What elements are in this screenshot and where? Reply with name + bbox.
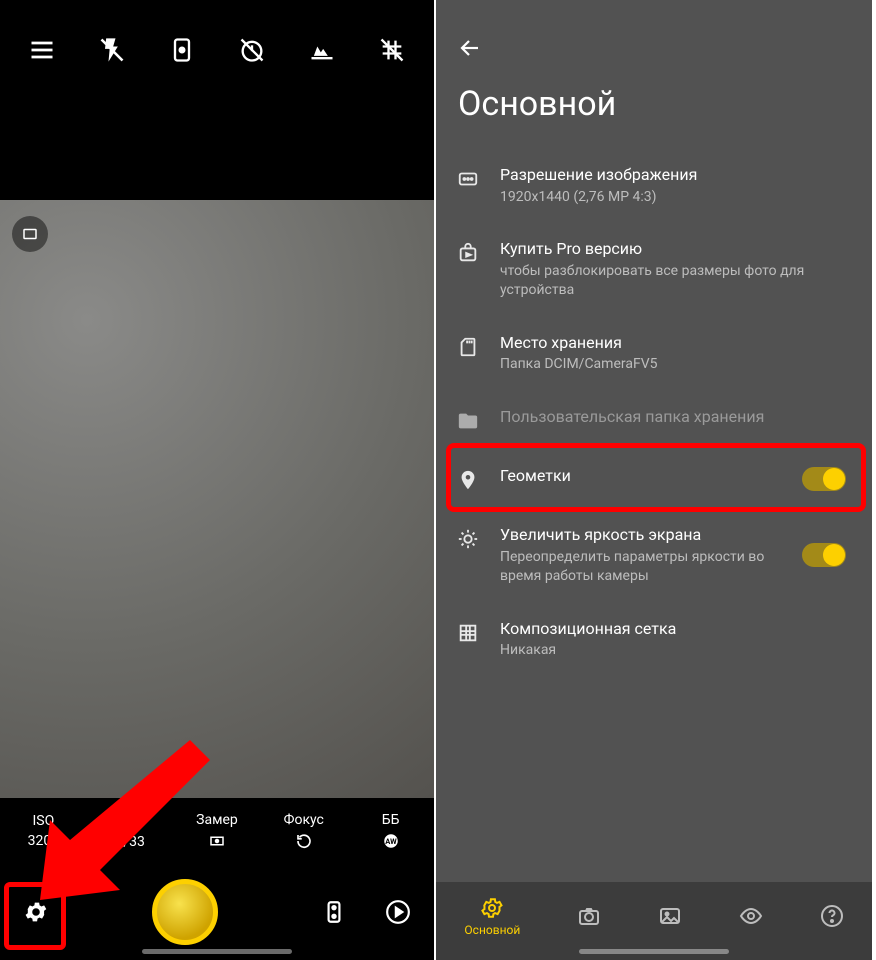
settings-icon[interactable] [18, 894, 54, 930]
row-subtitle: чтобы разблокировать все размеры фото дл… [500, 262, 846, 300]
row-custom-folder: Пользовательская папка хранения [456, 390, 852, 449]
sd-card-icon [456, 335, 480, 359]
shutter-button[interactable] [152, 879, 218, 945]
svg-text:AW: AW [385, 837, 397, 846]
location-icon [456, 468, 480, 492]
settings-title: Основной [436, 72, 872, 148]
row-title: Геометки [500, 465, 782, 487]
tab-help[interactable] [820, 904, 844, 928]
gesture-bar [579, 949, 729, 954]
row-title: Композиционная сетка [500, 618, 846, 640]
tab-image[interactable] [658, 904, 682, 928]
shutter-param[interactable]: 1/33 [100, 812, 160, 850]
grid-icon [456, 621, 480, 645]
tab-view[interactable] [739, 904, 763, 928]
row-title: Место хранения [500, 332, 846, 354]
row-geotag[interactable]: Геометки [456, 449, 852, 508]
timer-off-icon[interactable] [226, 24, 278, 76]
resolution-icon [456, 167, 480, 191]
status-bar [436, 0, 872, 28]
metering-label: Замер [196, 812, 238, 828]
row-title: Увеличить яркость экрана [500, 524, 782, 546]
tab-camera[interactable] [577, 904, 601, 928]
focus-label: Фокус [284, 812, 324, 828]
iso-value: 3205 [28, 833, 59, 849]
switch-camera-icon[interactable] [156, 24, 208, 76]
row-brightness[interactable]: Увеличить яркость экрана Переопределить … [456, 508, 852, 601]
row-subtitle: 1920x1440 (2,76 MP 4:3) [500, 188, 846, 207]
geotag-toggle[interactable] [802, 467, 846, 491]
viewfinder[interactable] [0, 200, 434, 800]
wb-param[interactable]: ББ AW [361, 812, 421, 850]
iso-label: ISO [33, 813, 55, 829]
tab-label: Основной [464, 923, 520, 937]
flash-off-icon[interactable] [86, 24, 138, 76]
camera-bottom-bar [0, 864, 434, 960]
menu-icon[interactable] [16, 24, 68, 76]
settings-list: Разрешение изображения 1920x1440 (2,76 M… [436, 148, 872, 676]
camera-screen: ISO 3205 1/33 Замер Фокус ББ AW [0, 0, 436, 960]
iso-param[interactable]: ISO 3205 [13, 813, 73, 849]
histogram-icon[interactable] [296, 24, 348, 76]
format-badge-icon[interactable] [12, 216, 48, 252]
camera-top-toolbar [0, 0, 434, 100]
row-subtitle: Переопределить параметры яркости во врем… [500, 548, 782, 586]
grid-off-icon[interactable] [366, 24, 418, 76]
folder-icon [456, 409, 480, 433]
row-subtitle: Никакая [500, 641, 846, 660]
brightness-icon [456, 527, 480, 551]
metering-param[interactable]: Замер [187, 812, 247, 850]
row-buy-pro[interactable]: Купить Pro версию чтобы разблокировать в… [456, 222, 852, 315]
exposure-params: ISO 3205 1/33 Замер Фокус ББ AW [0, 798, 434, 864]
focus-param[interactable]: Фокус [274, 812, 334, 850]
brightness-toggle[interactable] [802, 543, 846, 567]
shutter-value: 1/33 [115, 834, 144, 850]
row-grid[interactable]: Композиционная сетка Никакая [456, 602, 852, 676]
shop-icon [456, 241, 480, 265]
tab-main[interactable]: Основной [464, 896, 520, 937]
row-title: Пользовательская папка хранения [500, 406, 846, 428]
gesture-bar [142, 949, 292, 954]
gallery-icon[interactable] [380, 894, 416, 930]
row-resolution[interactable]: Разрешение изображения 1920x1440 (2,76 M… [456, 148, 852, 222]
back-button[interactable] [436, 28, 872, 72]
wb-label: ББ [382, 812, 400, 828]
row-title: Купить Pro версию [500, 238, 846, 260]
row-subtitle: Папка DCIM/CameraFV5 [500, 355, 846, 374]
row-title: Разрешение изображения [500, 164, 846, 186]
mode-icon[interactable] [316, 894, 352, 930]
row-storage[interactable]: Место хранения Папка DCIM/CameraFV5 [456, 316, 852, 390]
settings-screen: Основной Разрешение изображения 1920x144… [436, 0, 872, 960]
